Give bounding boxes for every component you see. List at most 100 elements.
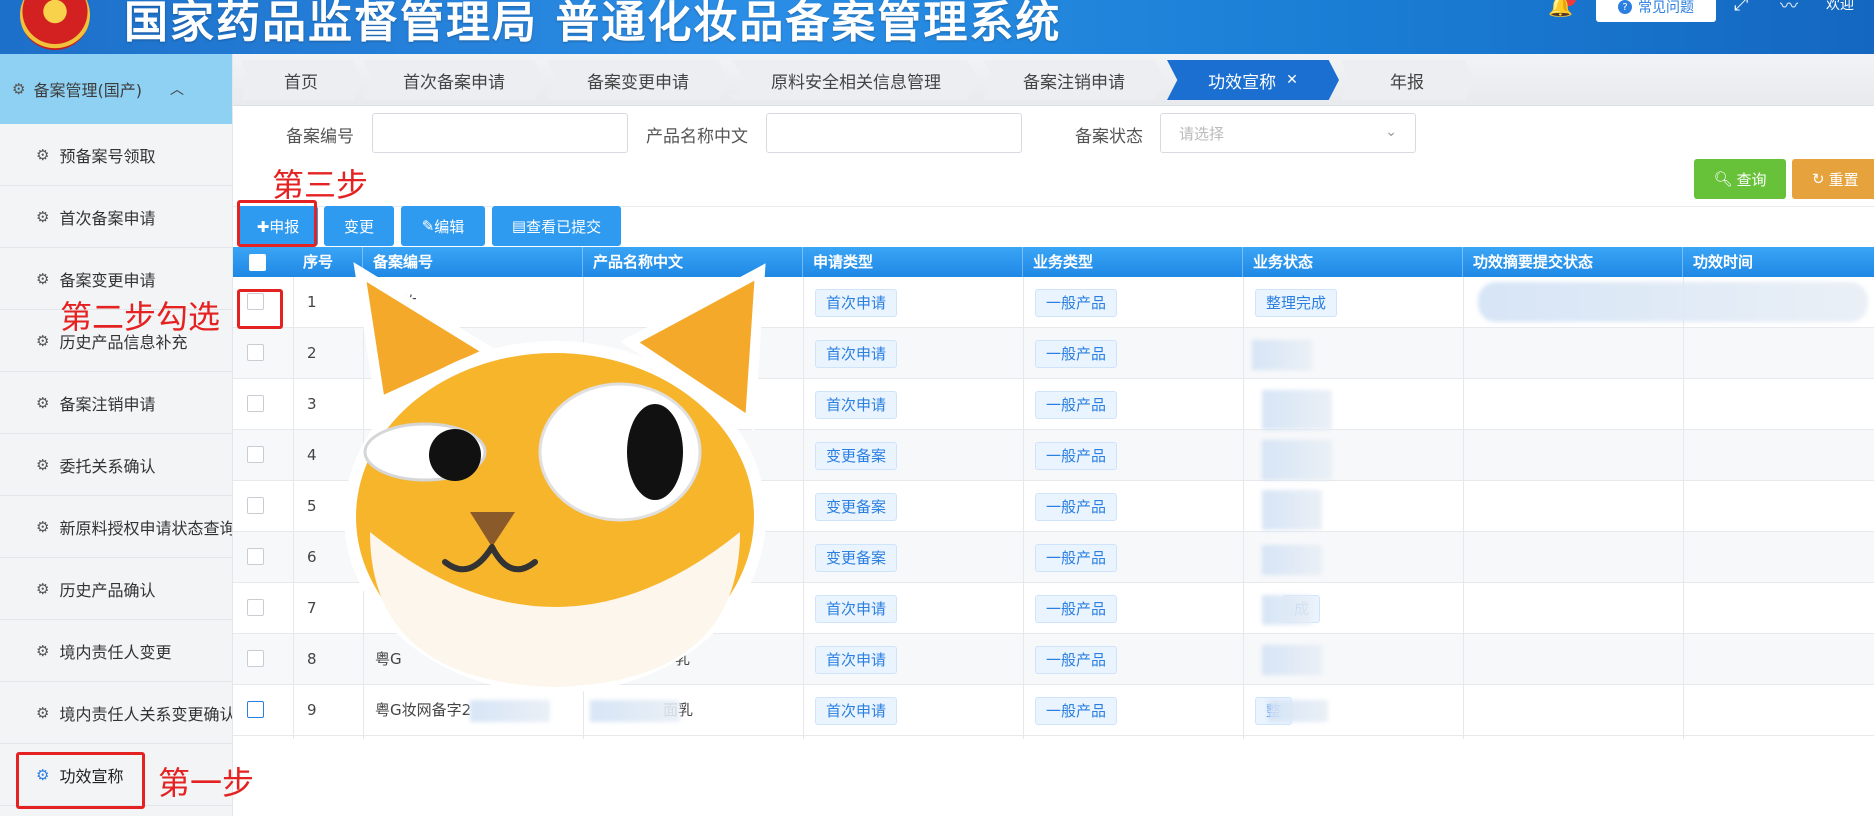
select-all-checkbox[interactable] — [249, 254, 266, 271]
product-name-input[interactable] — [766, 113, 1022, 153]
tab-record-cancel[interactable]: 备案注销申请 — [983, 60, 1165, 100]
edit-label: 编辑 — [434, 217, 465, 236]
tab-record-change[interactable]: 备案变更申请 — [547, 60, 729, 100]
gear-icon: ⚙ — [36, 579, 50, 598]
biz-type-tag: 一般产品 — [1035, 697, 1118, 725]
row-checkbox[interactable] — [247, 395, 264, 412]
sidebar-item-responsible-relation[interactable]: ⚙ 境内责任人关系变更确认 — [0, 682, 232, 744]
sidebar-item-new-material[interactable]: ⚙ 新原料授权申请状态查询 — [0, 496, 232, 558]
tab-label: 首次备案申请 — [403, 72, 505, 93]
apply-type-tag: 变更备案 — [815, 493, 898, 521]
apply-type-tag: 变更备案 — [815, 544, 898, 572]
annotation-box-step2 — [237, 289, 283, 329]
sidebar-group-header[interactable]: ⚙ 备案管理(国产) ︿ — [0, 54, 232, 124]
biz-type-tag: 一般产品 — [1035, 289, 1118, 317]
change-label: 变更 — [343, 217, 374, 236]
gear-icon: ⚙ — [36, 207, 50, 226]
tab-material-safety[interactable]: 原料安全相关信息管理 — [731, 60, 981, 100]
row-checkbox[interactable] — [247, 446, 264, 463]
faq-button[interactable]: ? 常见问题 — [1596, 0, 1716, 22]
blur-mask — [1262, 545, 1322, 575]
system-title: 国家药品监督管理局 普通化妆品备案管理系统 — [124, 0, 1062, 48]
blur-mask — [1262, 645, 1322, 675]
cell-record-no: 粤G妆网备字2 — [375, 701, 472, 719]
fullscreen-icon[interactable]: ⤢ — [1734, 0, 1748, 15]
record-no-input[interactable] — [372, 113, 628, 153]
record-no-label: 备案编号 — [286, 127, 354, 147]
biz-type-tag: 一般产品 — [1035, 646, 1118, 674]
change-button[interactable]: 变更 — [324, 206, 394, 246]
row-checkbox[interactable] — [247, 548, 264, 565]
close-icon[interactable]: ✕ — [1286, 72, 1298, 88]
sidebar-item-first-record[interactable]: ⚙ 首次备案申请 — [0, 186, 232, 248]
apply-type-tag: 首次申请 — [815, 697, 898, 725]
biz-type-tag: 一般产品 — [1035, 544, 1118, 572]
col-efficacy-time: 功效时间 — [1693, 253, 1754, 271]
status-placeholder: 请选择 — [1179, 124, 1225, 143]
gear-icon: ⚙ — [36, 145, 50, 164]
row-checkbox[interactable] — [247, 701, 264, 718]
grid-line — [1243, 277, 1244, 739]
status-select[interactable]: 请选择 ⌄ — [1160, 113, 1416, 153]
sidebar-item-label: 预备案号领取 — [59, 146, 156, 166]
gear-icon: ⚙ — [36, 641, 50, 660]
edit-button[interactable]: ✎ 编辑 — [401, 206, 485, 246]
sidebar-item-label: 境内责任人变更 — [59, 642, 172, 662]
row-checkbox[interactable] — [247, 599, 264, 616]
col-biz-status: 业务状态 — [1243, 247, 1463, 277]
tab-label: 备案注销申请 — [1023, 72, 1125, 93]
sidebar-item-pre-record[interactable]: ⚙ 预备案号领取 — [0, 124, 232, 186]
sidebar-group-label: 备案管理(国产) — [33, 81, 142, 100]
gear-icon: ⚙ — [12, 80, 26, 98]
app-root: 国家药品监督管理局 普通化妆品备案管理系统 🔔 ? 常见问题 ⤢ 〰 欢迎 ⚙ … — [0, 0, 1874, 816]
cell-no: 3 — [307, 395, 317, 413]
refresh-icon: ↻ — [1812, 170, 1825, 188]
sidebar-item-history-confirm[interactable]: ⚙ 历史产品确认 — [0, 558, 232, 620]
blur-mask — [1268, 700, 1328, 722]
apply-type-tag: 首次申请 — [815, 289, 898, 317]
blur-mask — [590, 700, 680, 722]
blur-mask — [1262, 490, 1322, 530]
row-checkbox[interactable] — [247, 650, 264, 667]
col-apply-type: 申请类型 — [803, 247, 1023, 277]
cell-no: 9 — [307, 701, 317, 719]
sidebar-item-responsible-change[interactable]: ⚙ 境内责任人变更 — [0, 620, 232, 682]
sidebar-item-label: 备案变更申请 — [59, 270, 156, 290]
tab-efficacy-claim[interactable]: 功效宣称 ✕ — [1167, 60, 1339, 100]
tab-first-record[interactable]: 首次备案申请 — [363, 60, 545, 100]
sidebar-item-entrust-confirm[interactable]: ⚙ 委托关系确认 — [0, 434, 232, 496]
biz-type-tag: 一般产品 — [1035, 391, 1118, 419]
cat-sticker-image — [344, 262, 766, 692]
cell-no: 7 — [307, 599, 317, 617]
query-button[interactable]: 🔍︎ 查询 — [1694, 159, 1786, 199]
grid-line — [1463, 277, 1464, 739]
blur-mask — [1478, 282, 1868, 322]
cell-no: 8 — [307, 650, 317, 668]
cell-no: 5 — [307, 497, 317, 515]
gear-icon: ⚙ — [36, 269, 50, 288]
sidebar-item-label: 委托关系确认 — [59, 456, 156, 476]
national-emblem-logo — [20, 0, 90, 50]
annotation-step2: 第二步勾选 — [60, 298, 221, 336]
blur-mask — [1262, 390, 1332, 430]
sidebar-item-record-cancel[interactable]: ⚙ 备案注销申请 — [0, 372, 232, 434]
row-checkbox[interactable] — [247, 344, 264, 361]
tab-label: 原料安全相关信息管理 — [771, 72, 941, 93]
tab-home[interactable]: 首页 — [241, 60, 361, 100]
gear-icon: ⚙ — [36, 393, 50, 412]
cell-no: 4 — [307, 446, 317, 464]
view-submitted-button[interactable]: ▤ 查看已提交 — [492, 206, 621, 246]
row-checkbox[interactable] — [247, 497, 264, 514]
blur-mask — [1252, 340, 1312, 370]
tab-label: 功效宣称 — [1208, 72, 1277, 93]
biz-type-tag: 一般产品 — [1035, 340, 1118, 368]
grid-line — [293, 277, 294, 739]
tab-annual-report[interactable]: 年报 — [1341, 60, 1473, 100]
tab-bar: 首页 首次备案申请 备案变更申请 原料安全相关信息管理 备案注销申请 功效宣称 ✕… — [233, 54, 1874, 106]
sidebar-item-label: 新原料授权申请状态查询 — [59, 518, 232, 538]
blur-mask — [1262, 440, 1332, 480]
reset-button[interactable]: ↻ 重置 — [1792, 159, 1874, 199]
bell-icon[interactable]: 🔔 — [1548, 0, 1573, 18]
sidebar-item-label: 首次备案申请 — [59, 208, 156, 228]
apply-type-tag: 首次申请 — [815, 391, 898, 419]
